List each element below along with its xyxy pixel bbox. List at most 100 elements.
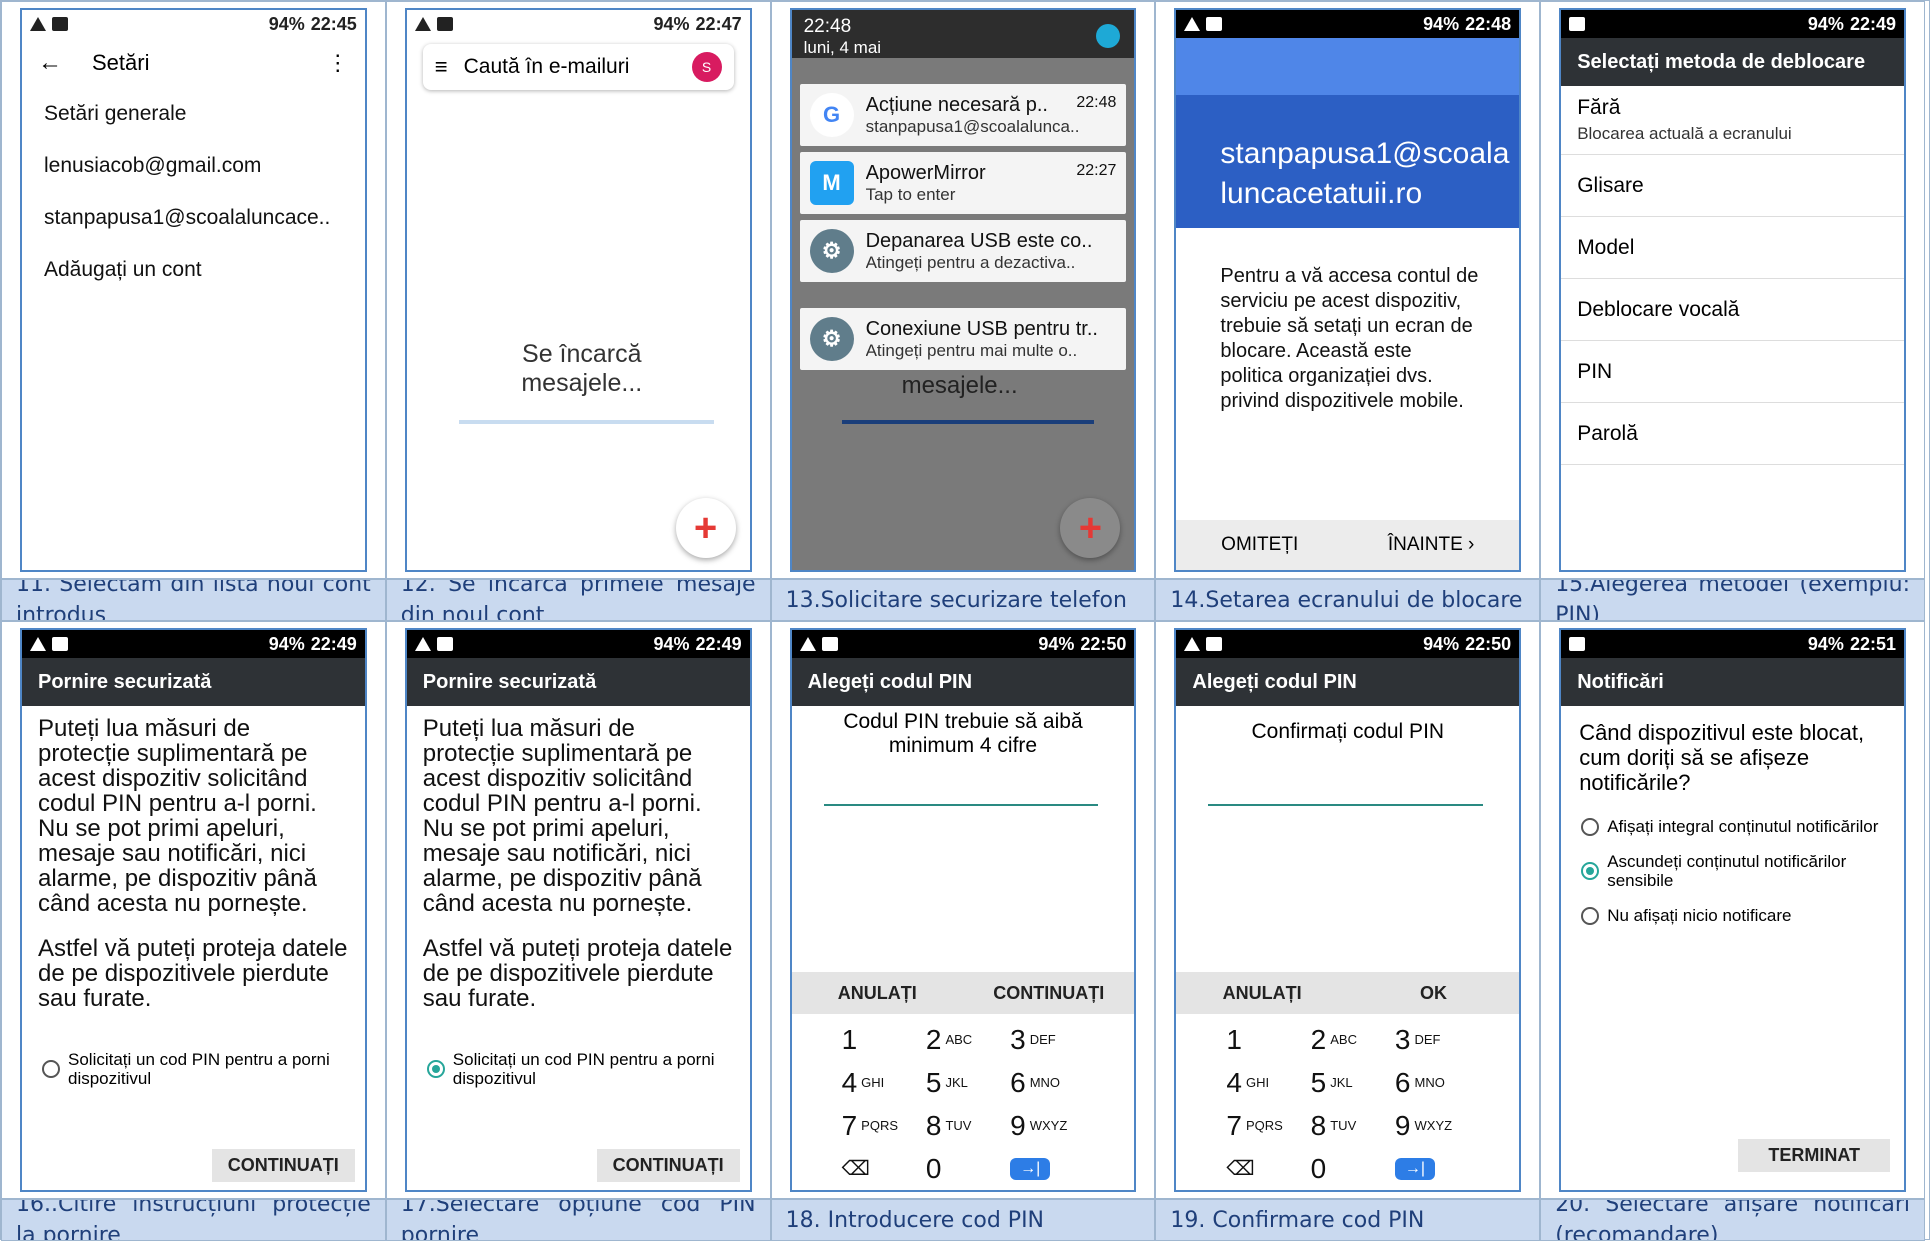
unlock-method-swipe[interactable]: Glisare (1561, 155, 1904, 217)
cancel-button[interactable]: ANULAȚI (1176, 983, 1347, 1004)
battery-text: 94% (653, 633, 690, 654)
pin-input[interactable] (823, 804, 1099, 806)
settings-item-general[interactable]: Setări generale (22, 88, 365, 140)
cancel-button[interactable]: ANULAȚI (792, 983, 963, 1004)
method-label: Glisare (1577, 173, 1644, 197)
radio-button-selected[interactable] (1581, 862, 1600, 880)
account-item[interactable]: stanpapusa1@scoalaluncace.. (22, 192, 365, 244)
notification-item[interactable]: ⚙ Depanarea USB este co.. Atingeți pentru… (799, 220, 1127, 282)
step-20-screen: 94% 22:51 Notificări Când dispozitivul es… (1540, 621, 1925, 1199)
key-7[interactable]: 7 PQRS (842, 1104, 926, 1147)
clock: 22:45 (310, 13, 357, 34)
notification-header: 22:48 luni, 4 mai (791, 10, 1135, 58)
next-button[interactable]: ÎNAINTE › (1388, 534, 1475, 556)
unlock-method-voice[interactable]: Deblocare vocală (1561, 279, 1904, 341)
key-5[interactable]: 5 JKL (926, 1061, 1010, 1104)
status-bar: 94% 22:47 (406, 10, 750, 38)
ok-button[interactable]: OK (1348, 983, 1519, 1004)
loading-bar (841, 420, 1095, 424)
pin-option[interactable]: Solicitați un cod PIN pentru a porni dis… (426, 1050, 730, 1088)
backspace-icon[interactable]: ⌫ (1226, 1147, 1310, 1190)
tutorial-grid: 94% 22:45 ← Setări ⋮ Setări generale lenu… (0, 0, 1930, 1241)
app-header: ← Setări ⋮ (22, 38, 365, 88)
back-arrow-icon[interactable]: ← (38, 49, 62, 77)
notifications-question: Când dispozitivul este blocat, cum doriț… (1579, 720, 1865, 795)
step-caption: 12. Se încarcă primele mesaje din noul c… (385, 579, 771, 621)
warning-icon (1184, 637, 1201, 651)
notification-item[interactable]: G Acțiune necesară p.. 22:48 stanpapusa1@s… (799, 84, 1127, 146)
key-2[interactable]: 2 ABC (926, 1018, 1010, 1061)
screen-title: Alegeți codul PIN (791, 658, 1135, 706)
key-0[interactable]: 0 (926, 1147, 1010, 1190)
compose-button[interactable]: + (1060, 498, 1121, 558)
notification-item[interactable]: ⚙ Conexiune USB pentru tr.. Atingeți pent… (799, 308, 1127, 370)
key-2[interactable]: 2 ABC (1311, 1018, 1395, 1061)
warning-icon (30, 637, 46, 651)
clock: 22:47 (695, 13, 742, 34)
method-label: Model (1577, 235, 1635, 259)
account-banner: stanpapusa1@scoalaluncacetatuii.ro (1176, 38, 1520, 228)
search-bar[interactable]: ≡ Caută în e-mailuri S (423, 44, 734, 90)
warning-icon (414, 17, 431, 31)
menu-icon[interactable]: ≡ (435, 54, 448, 80)
clock: 22:49 (310, 633, 357, 654)
key-8[interactable]: 8 TUV (1311, 1104, 1395, 1147)
battery-text: 94% (1807, 633, 1844, 654)
method-label: Deblocare vocală (1577, 297, 1740, 321)
key-3[interactable]: 3 DEF (1010, 1018, 1094, 1061)
unlock-method-none[interactable]: Fără Blocarea actuală a ecranului (1561, 86, 1904, 155)
screen-title: Alegeți codul PIN (1176, 658, 1520, 706)
key-0[interactable]: 0 (1311, 1147, 1395, 1190)
key-3[interactable]: 3 DEF (1395, 1018, 1479, 1061)
pin-input[interactable] (1208, 804, 1484, 806)
notification-option[interactable]: Afișați integral conținutul notificărilo… (1561, 809, 1904, 844)
next-key-icon[interactable]: →| (1394, 1147, 1479, 1190)
key-5[interactable]: 5 JKL (1311, 1061, 1395, 1104)
notification-option[interactable]: Ascundeți conținutul notificărilor sensi… (1561, 844, 1904, 898)
option-label: Afișați integral conținutul notificărilo… (1607, 817, 1879, 836)
warning-icon (30, 17, 46, 31)
radio-button[interactable] (42, 1060, 60, 1078)
notification-item[interactable]: M ApowerMirror 22:27 Tap to enter (799, 152, 1127, 214)
unlock-method-pin[interactable]: PIN (1561, 341, 1904, 403)
step-19-screen: 94% 22:50 Alegeți codul PIN Confirmați co… (1155, 621, 1541, 1199)
continue-button[interactable]: CONTINUAȚI (211, 1149, 355, 1182)
unlock-method-password[interactable]: Parolă (1561, 403, 1904, 465)
next-key-icon[interactable]: →| (1010, 1147, 1094, 1190)
unlock-method-pattern[interactable]: Model (1561, 217, 1904, 279)
key-8[interactable]: 8 TUV (926, 1104, 1010, 1147)
key-7[interactable]: 7 PQRS (1226, 1104, 1310, 1147)
image-icon (52, 637, 68, 651)
account-item[interactable]: lenusiacob@gmail.com (22, 140, 365, 192)
phone-frame: 94% 22:49 Pornire securizată Puteți lua m… (404, 628, 752, 1192)
key-1[interactable]: 1 (1226, 1018, 1310, 1061)
key-4[interactable]: 4 GHI (1226, 1061, 1310, 1104)
battery-text: 94% (268, 633, 305, 654)
key-9[interactable]: 9 WXYZ (1010, 1104, 1094, 1147)
radio-button[interactable] (1581, 906, 1600, 925)
add-account-item[interactable]: Adăugați un cont (22, 244, 365, 296)
done-button[interactable]: TERMINAT (1738, 1139, 1890, 1172)
key-9[interactable]: 9 WXYZ (1395, 1104, 1479, 1147)
key-6[interactable]: 6 MNO (1395, 1061, 1479, 1104)
date: luni, 4 mai (803, 38, 882, 57)
compose-button[interactable]: + (675, 498, 736, 558)
continue-button[interactable]: CONTINUAȚI (963, 983, 1134, 1004)
clock: 22:51 (1849, 633, 1896, 654)
key-1[interactable]: 1 (842, 1018, 926, 1061)
more-vert-icon[interactable]: ⋮ (327, 50, 349, 76)
pin-option[interactable]: Solicitați un cod PIN pentru a porni dis… (42, 1050, 345, 1088)
key-4[interactable]: 4 GHI (842, 1061, 926, 1104)
key-6[interactable]: 6 MNO (1010, 1061, 1094, 1104)
backspace-icon[interactable]: ⌫ (842, 1147, 926, 1190)
method-label: Fără (1577, 96, 1621, 119)
notification-option[interactable]: Nu afișați nicio notificare (1561, 898, 1904, 933)
skip-button[interactable]: OMITEȚI (1221, 534, 1298, 556)
notification-title: Depanarea USB este co.. (865, 229, 1093, 252)
screen-title: Notificări (1561, 658, 1904, 706)
radio-button[interactable] (1581, 817, 1600, 836)
continue-button[interactable]: CONTINUAȚI (596, 1149, 740, 1182)
radio-button-selected[interactable] (426, 1060, 445, 1078)
avatar[interactable]: S (691, 52, 722, 82)
page-title: Setări (92, 50, 150, 75)
